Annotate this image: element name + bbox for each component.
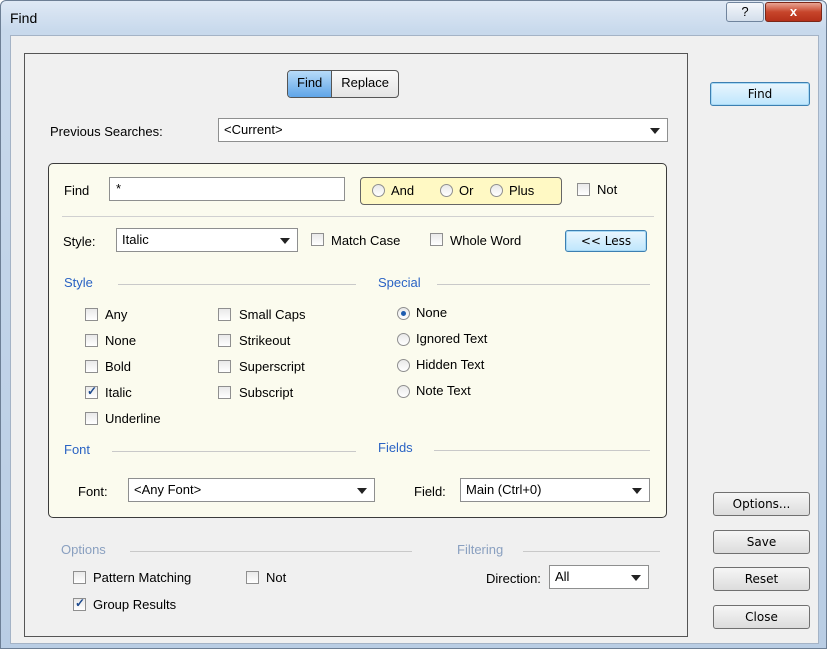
reset-button[interactable]: Reset — [713, 567, 810, 591]
special-ignored-label: Ignored Text — [416, 331, 488, 346]
style-section-rule — [118, 284, 356, 285]
style-none-label: None — [105, 333, 137, 348]
group-results-checkbox[interactable] — [73, 596, 86, 611]
plus-radio[interactable] — [490, 184, 503, 197]
style-italic-checkbox[interactable] — [85, 384, 98, 399]
style-bold-label: Bold — [105, 359, 132, 374]
chevron-down-icon — [280, 238, 290, 244]
direction-value: All — [555, 569, 570, 584]
style-combo[interactable]: Italic — [116, 228, 298, 252]
font-combo[interactable]: <Any Font> — [128, 478, 375, 502]
previous-searches-label: Previous Searches: — [50, 124, 163, 139]
style-value: Italic — [122, 232, 149, 247]
style-any-checkbox[interactable] — [85, 308, 98, 321]
match-case-checkbox[interactable] — [311, 233, 324, 246]
style-strikeout-checkbox[interactable] — [218, 334, 231, 347]
not-label: Not — [597, 182, 618, 197]
find-button[interactable]: Find — [710, 82, 810, 106]
less-button[interactable]: << Less — [565, 230, 647, 252]
options-button[interactable]: Options... — [713, 492, 810, 516]
title-bar: Find ? x — [1, 1, 827, 35]
style-subscript-checkbox[interactable] — [218, 386, 231, 399]
group-results-label: Group Results — [93, 597, 177, 612]
style-section-title: Style — [64, 275, 93, 290]
mode-tabs: Find Replace — [287, 70, 399, 98]
close-icon: x — [789, 4, 798, 19]
or-label: Or — [459, 183, 474, 198]
help-icon: ? — [741, 4, 749, 19]
filtering-section-title: Filtering — [457, 542, 504, 557]
chevron-down-icon — [631, 575, 641, 581]
save-button[interactable]: Save — [713, 530, 810, 554]
style-underline-checkbox[interactable] — [85, 412, 98, 425]
close-window-button[interactable]: x — [765, 2, 822, 22]
tab-replace[interactable]: Replace — [332, 71, 398, 97]
previous-searches-combo[interactable]: <Current> — [218, 118, 668, 142]
not-checkbox[interactable] — [577, 183, 590, 196]
special-section-title: Special — [378, 275, 421, 290]
special-ignored-radio[interactable] — [397, 333, 410, 346]
special-none-label: None — [416, 305, 448, 320]
help-button[interactable]: ? — [726, 2, 764, 22]
tab-find[interactable]: Find — [288, 71, 333, 97]
style-none-checkbox[interactable] — [85, 334, 98, 347]
font-section-rule — [112, 451, 356, 452]
and-label: And — [391, 183, 415, 198]
font-label: Font: — [78, 484, 108, 499]
special-section-rule — [437, 284, 650, 285]
fields-section-rule — [434, 450, 650, 451]
match-case-label: Match Case — [331, 233, 401, 248]
special-none-radio[interactable] — [397, 307, 410, 320]
find-input[interactable]: * — [109, 177, 345, 201]
fields-section-title: Fields — [378, 440, 413, 455]
style-any-label: Any — [105, 307, 128, 322]
style-subscript-label: Subscript — [239, 385, 294, 400]
pattern-matching-checkbox[interactable] — [73, 571, 86, 584]
chevron-down-icon — [632, 488, 642, 494]
style-underline-label: Underline — [105, 411, 161, 426]
options-section-rule — [130, 551, 412, 552]
style-bold-checkbox[interactable] — [85, 360, 98, 373]
chevron-down-icon — [357, 488, 367, 494]
previous-searches-value: <Current> — [224, 122, 283, 137]
font-section-title: Font — [64, 442, 91, 457]
style-strikeout-label: Strikeout — [239, 333, 291, 348]
special-note-radio[interactable] — [397, 385, 410, 398]
find-label: Find — [64, 183, 90, 198]
options-section-title: Options — [61, 542, 106, 557]
font-value: <Any Font> — [134, 482, 202, 497]
direction-label: Direction: — [486, 571, 541, 586]
special-hidden-radio[interactable] — [397, 359, 410, 372]
special-hidden-label: Hidden Text — [416, 357, 485, 372]
window-title: Find — [10, 10, 38, 26]
options-not-label: Not — [266, 570, 287, 585]
style-small-caps-label: Small Caps — [239, 307, 306, 322]
or-radio[interactable] — [440, 184, 453, 197]
field-combo[interactable]: Main (Ctrl+0) — [460, 478, 650, 502]
pattern-matching-label: Pattern Matching — [93, 570, 192, 585]
special-note-label: Note Text — [416, 383, 471, 398]
direction-combo[interactable]: All — [549, 565, 649, 589]
plus-label: Plus — [509, 183, 535, 198]
filtering-section-rule — [523, 551, 660, 552]
whole-word-label: Whole Word — [450, 233, 522, 248]
chevron-down-icon — [650, 128, 660, 134]
field-value: Main (Ctrl+0) — [466, 482, 542, 497]
options-not-checkbox[interactable] — [246, 571, 259, 584]
style-superscript-checkbox[interactable] — [218, 360, 231, 373]
whole-word-checkbox[interactable] — [430, 233, 443, 246]
style-italic-label: Italic — [105, 385, 132, 400]
field-label: Field: — [414, 484, 446, 499]
divider — [62, 216, 654, 217]
style-small-caps-checkbox[interactable] — [218, 308, 231, 321]
style-superscript-label: Superscript — [239, 359, 305, 374]
style-label: Style: — [63, 234, 96, 249]
close-button[interactable]: Close — [713, 605, 810, 629]
and-radio[interactable] — [372, 184, 385, 197]
